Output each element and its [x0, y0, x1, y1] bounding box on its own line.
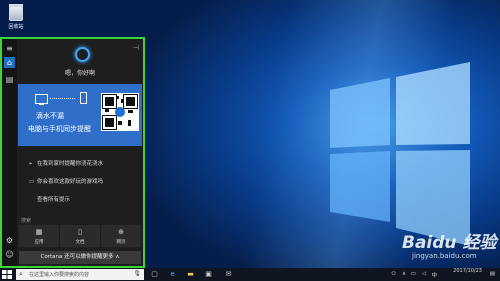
home-icon[interactable]: ⌂ — [4, 57, 15, 68]
game-icon: ▭ — [29, 179, 35, 185]
left-rail: ≡ ⌂ ▤ ⚙ ☺ — [2, 39, 17, 266]
microphone-icon[interactable]: 🎙 — [133, 270, 141, 277]
document-icon: ▯ — [78, 228, 82, 236]
clock[interactable]: 2017/10/23 — [453, 268, 482, 275]
taskbar-search-box[interactable]: ⌕ 在这里输入你要搜索的内容 🎙 — [16, 269, 144, 280]
suggestion-label: 在我到家时提醒你浇花浇水 — [37, 161, 104, 167]
volume-icon[interactable]: ◁ — [422, 271, 426, 277]
windows-start-icon[interactable] — [2, 270, 12, 279]
search-placeholder: 在这里输入你要搜索的内容 — [29, 272, 90, 278]
chevron-up-icon: ∧ — [115, 254, 120, 260]
recycle-bin-icon[interactable]: 回收站 — [5, 4, 27, 30]
cortana-prompt-text: Cortana 还可以做你提醒更多 — [40, 254, 114, 260]
pin-icon[interactable]: ⊣ — [133, 44, 139, 52]
watermark-url: jingyan.baidu.com — [412, 252, 477, 260]
tile-label: 应用 — [34, 240, 44, 245]
mail-icon[interactable]: ✉ — [224, 270, 233, 279]
web-icon: ⊕ — [118, 228, 124, 236]
search-section-title: 搜索 — [21, 218, 32, 224]
see-all-tips-link[interactable]: 查看所有提示 — [29, 195, 70, 203]
network-icon[interactable]: ▭ — [411, 271, 416, 277]
watermark-brand: Baidu 经验 — [402, 233, 497, 253]
recycle-bin-graphic — [9, 4, 23, 21]
cortana-prompt-bar[interactable]: Cortana 还可以做你提醒更多 ∧ — [19, 251, 141, 264]
store-icon[interactable]: ▣ — [204, 270, 213, 279]
search-icon: ⌕ — [19, 270, 23, 278]
cortana-greeting: 嗯，你好啊 — [64, 70, 95, 77]
sync-reminder-card[interactable]: 滴水不漏 电脑与手机同步提醒 — [18, 84, 142, 146]
cortana-ring-icon[interactable] — [75, 47, 90, 62]
input-language-indicator[interactable]: 中 — [431, 271, 437, 279]
baidu-watermark: Baidu 经验 jingyan.baidu.com — [402, 228, 497, 264]
recycle-bin-label: 回收站 — [8, 24, 24, 30]
windows-logo-wallpaper — [330, 62, 470, 246]
card-title: 滴水不漏 — [36, 112, 64, 120]
action-center-icon[interactable]: ▤ — [490, 271, 495, 277]
edge-browser-icon[interactable]: e — [168, 270, 177, 279]
card-subtitle: 电脑与手机同步提醒 — [28, 125, 91, 133]
feedback-icon[interactable]: ☺ — [4, 249, 15, 260]
tile-web[interactable]: ⊕ 网页 — [101, 225, 141, 247]
search-filter-tiles: ▦ 应用 ▯ 文档 ⊕ 网页 — [19, 225, 141, 247]
suggestion-item[interactable]: ⌖ 在我到家时提醒你浇花浇水 — [29, 159, 103, 168]
cortana-panel: ≡ ⌂ ▤ ⚙ ☺ ⊣ 嗯，你好啊 滴水不漏 电脑与手机同步提醒 ⌖ 在我到家时… — [0, 37, 145, 268]
apps-icon: ▦ — [35, 228, 43, 236]
phone-icon — [80, 92, 87, 104]
sync-dots — [50, 98, 75, 99]
settings-gear-icon[interactable]: ⚙ — [4, 235, 15, 246]
tile-apps[interactable]: ▦ 应用 — [19, 225, 59, 247]
clock-date: 2017/10/23 — [453, 268, 482, 274]
qr-logo — [115, 107, 125, 117]
pc-monitor-icon — [35, 94, 48, 105]
tile-label: 文档 — [75, 240, 85, 245]
notebook-icon[interactable]: ▤ — [4, 74, 15, 85]
suggestion-label: 查看所有提示 — [37, 197, 71, 203]
file-explorer-icon[interactable]: ▬ — [186, 270, 195, 279]
tile-documents[interactable]: ▯ 文档 — [60, 225, 100, 247]
qr-code — [101, 93, 139, 131]
cortana-content: ⊣ 嗯，你好啊 滴水不漏 电脑与手机同步提醒 ⌖ 在我到家时提醒你浇花浇水 ▭ … — [17, 39, 143, 266]
people-icon[interactable]: ⚇ — [391, 271, 396, 277]
suggestion-item[interactable]: ▭ 你会喜欢这款好玩的游戏吗 — [29, 177, 103, 185]
chevron-up-tray-icon[interactable]: ∧ — [402, 271, 406, 277]
hamburger-menu-icon[interactable]: ≡ — [4, 43, 15, 54]
taskbar: ⌕ 在这里输入你要搜索的内容 🎙 ▢ e ▬ ▣ ✉ ⚇ ∧ ▭ ◁ 中 201… — [0, 268, 500, 281]
task-view-icon[interactable]: ▢ — [150, 270, 159, 279]
location-icon: ⌖ — [29, 161, 33, 167]
tile-label: 网页 — [116, 240, 126, 245]
suggestion-label: 你会喜欢这款好玩的游戏吗 — [37, 179, 104, 185]
